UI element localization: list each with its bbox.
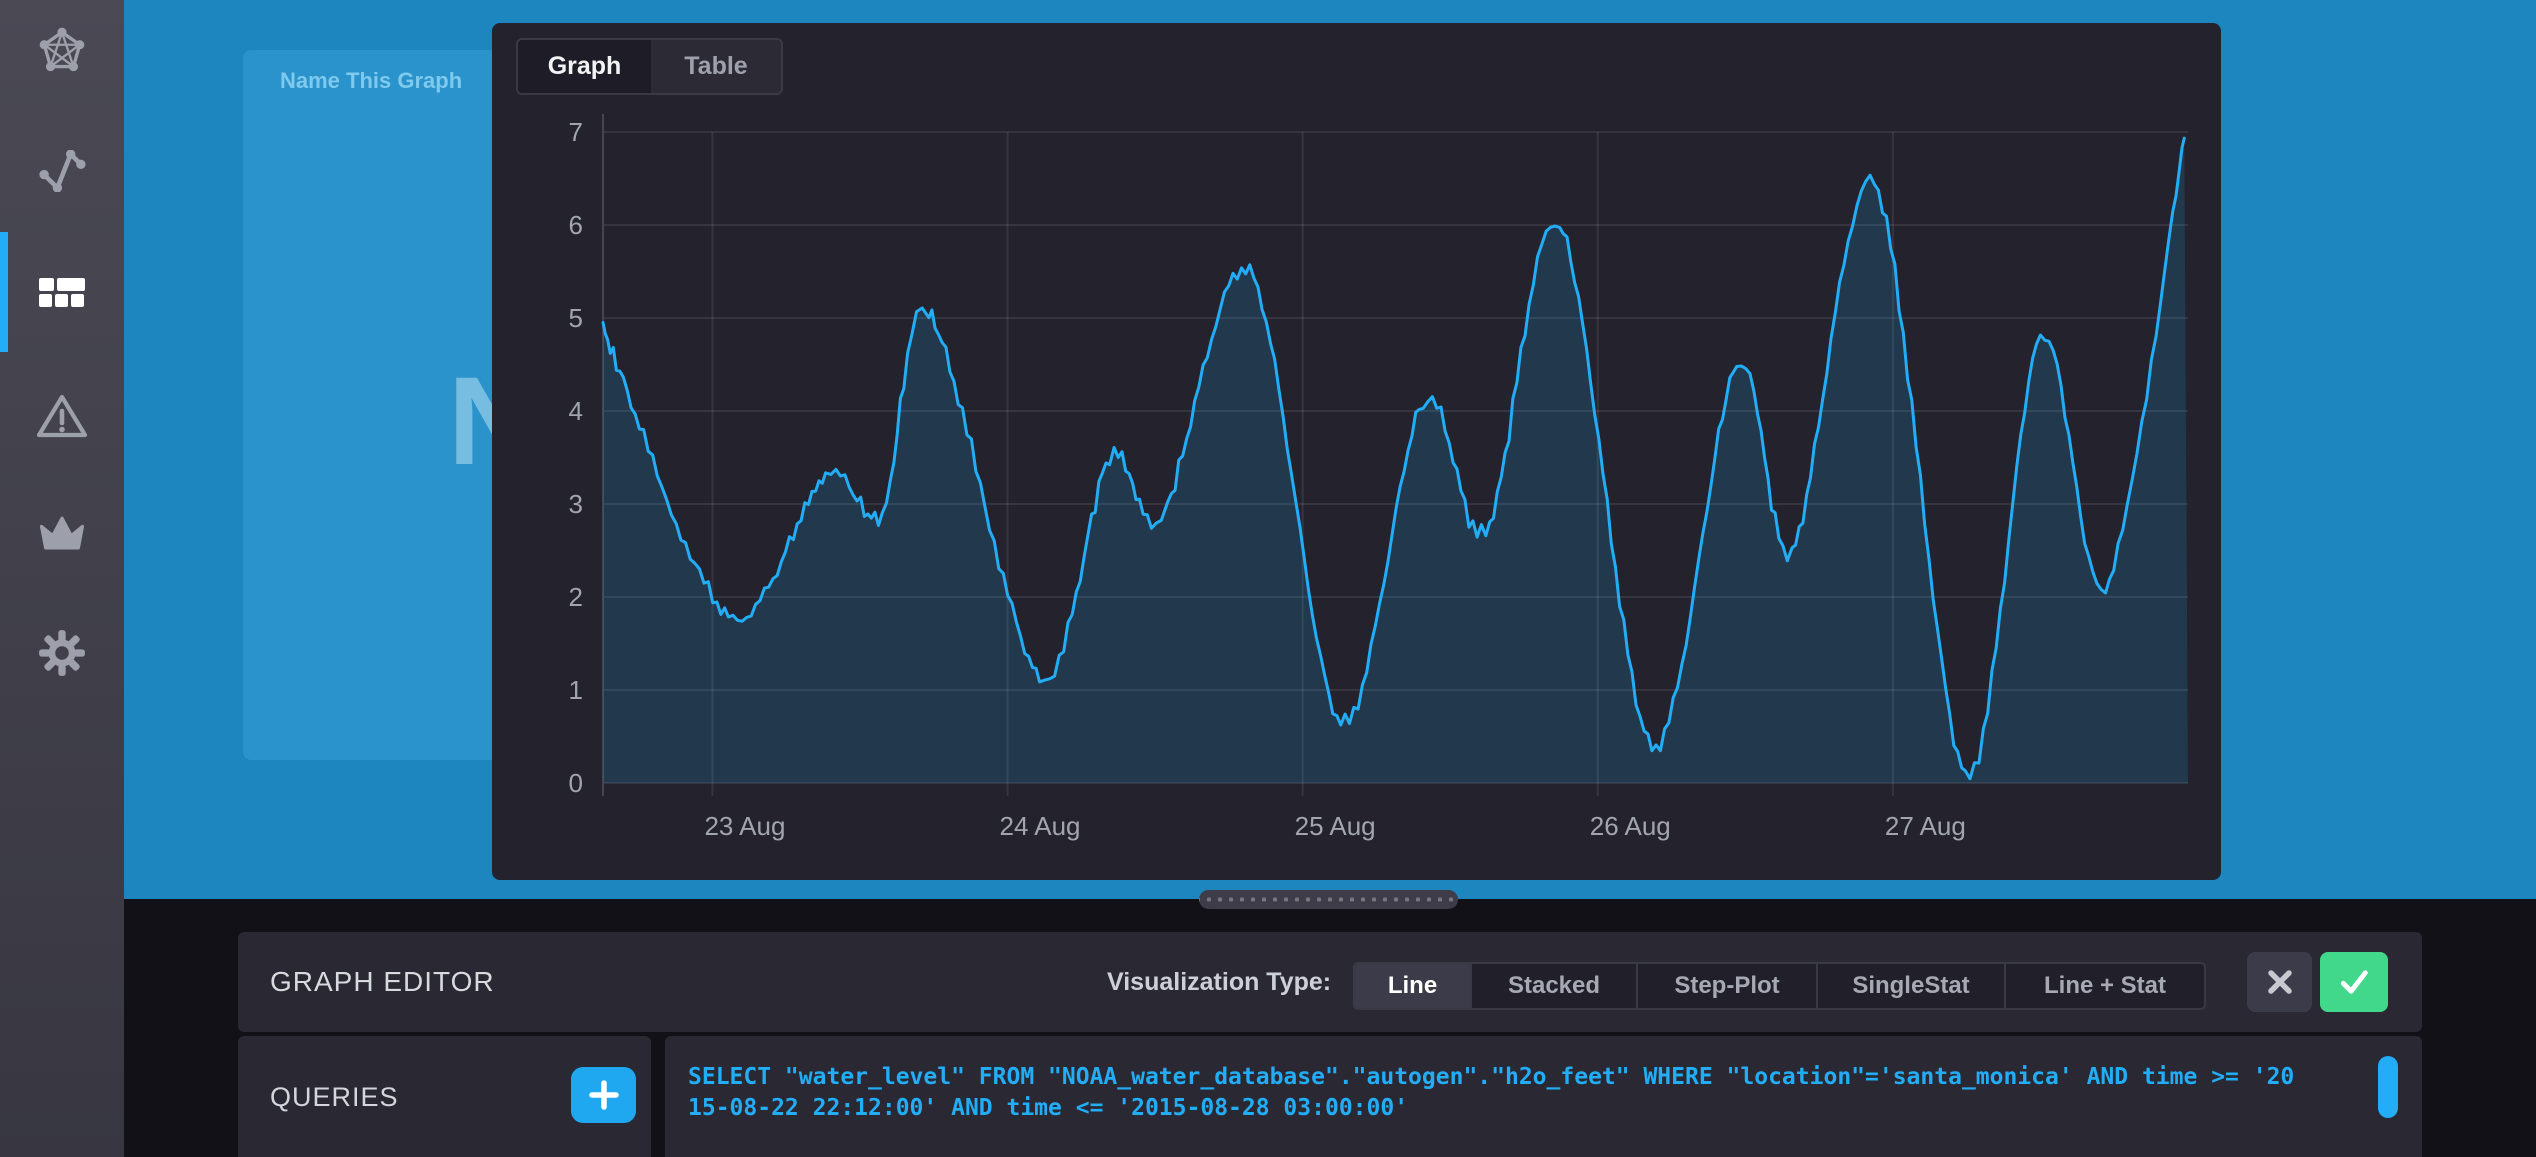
editor-title: GRAPH EDITOR — [270, 966, 495, 997]
water-level-chart[interactable]: 0 1 2 3 4 5 6 7 23 Aug 24 Aug 25 Aug 26 Aug 27 Aug — [492, 23, 2221, 880]
query-editor-field[interactable]: SELECT "water_level" FROM "NOAA_water_da… — [665, 1036, 2422, 1157]
pulse-line-icon — [38, 150, 86, 192]
alert-triangle-icon — [36, 394, 88, 438]
tab-table[interactable]: Table — [651, 40, 781, 93]
tab-graph[interactable]: Graph — [518, 40, 651, 93]
viz-type-stacked[interactable]: Stacked — [1470, 964, 1636, 1008]
editor-resize-handle[interactable] — [1199, 890, 1458, 909]
query-text: SELECT "water_level" FROM "NOAA_water_da… — [688, 1062, 2294, 1124]
sidebar-item-admin[interactable] — [0, 513, 124, 551]
cancel-button[interactable] — [2247, 952, 2312, 1012]
chronograf-logo-glyph — [39, 27, 85, 72]
sidebar-item-alerts[interactable] — [0, 393, 124, 439]
x-tick-label: 24 Aug — [1000, 811, 1081, 841]
y-tick-label: 2 — [569, 582, 583, 612]
gear-icon — [39, 630, 85, 676]
sidebar-item-data-explorer[interactable] — [0, 150, 124, 192]
sidebar — [0, 0, 124, 1157]
dashboards-grid-icon — [39, 278, 85, 307]
query-line-1: SELECT "water_level" FROM "NOAA_water_da… — [688, 1064, 2295, 1090]
y-tick-label: 1 — [569, 675, 583, 705]
close-icon — [2267, 970, 2292, 994]
sidebar-item-dashboards[interactable] — [0, 278, 124, 307]
query-scrollbar-thumb[interactable] — [2378, 1056, 2398, 1118]
checkmark-icon — [2340, 970, 2368, 994]
graph-table-tabs: Graph Table — [516, 38, 783, 95]
x-tick-label: 27 Aug — [1885, 811, 1966, 841]
graph-editor-overlay: GRAPH EDITOR Visualization Type: Line St… — [124, 899, 2536, 1157]
crown-icon — [39, 516, 85, 550]
cell-title[interactable]: Name This Graph — [280, 68, 462, 94]
viz-type-step-plot[interactable]: Step-Plot — [1636, 964, 1816, 1008]
query-line-2: 15-08-22 22:12:00' AND time <= '2015-08-… — [688, 1095, 1409, 1121]
sidebar-item-settings[interactable] — [0, 628, 124, 678]
viz-type-line-stat[interactable]: Line + Stat — [2004, 964, 2204, 1008]
x-tick-label: 25 Aug — [1295, 811, 1376, 841]
viz-type-singlestat[interactable]: SingleStat — [1816, 964, 2004, 1008]
queries-sidebar: QUERIES — [238, 1036, 651, 1157]
x-tick-label: 23 Aug — [704, 811, 785, 841]
x-tick-label: 26 Aug — [1590, 811, 1671, 841]
y-tick-label: 4 — [569, 396, 583, 426]
y-tick-label: 6 — [569, 210, 583, 240]
queries-label: QUERIES — [270, 1082, 399, 1112]
y-tick-label: 0 — [569, 768, 583, 798]
add-query-button[interactable] — [571, 1067, 636, 1123]
graph-panel: 0 1 2 3 4 5 6 7 23 Aug 24 Aug 25 Aug 26 Aug 27 Aug G… — [492, 23, 2221, 880]
y-tick-label: 7 — [569, 117, 583, 147]
chronograf-logo-icon[interactable] — [0, 27, 124, 77]
viz-type-line[interactable]: Line — [1355, 964, 1470, 1008]
plus-icon — [588, 1080, 619, 1110]
visualization-type-group: Line Stacked Step-Plot SingleStat Line +… — [1353, 962, 2206, 1010]
y-tick-label: 3 — [569, 489, 583, 519]
confirm-button[interactable] — [2320, 952, 2388, 1012]
visualization-type-label: Visualization Type: — [1107, 967, 1332, 996]
editor-header: GRAPH EDITOR Visualization Type: Line St… — [238, 932, 2422, 1032]
y-tick-label: 5 — [569, 303, 583, 333]
